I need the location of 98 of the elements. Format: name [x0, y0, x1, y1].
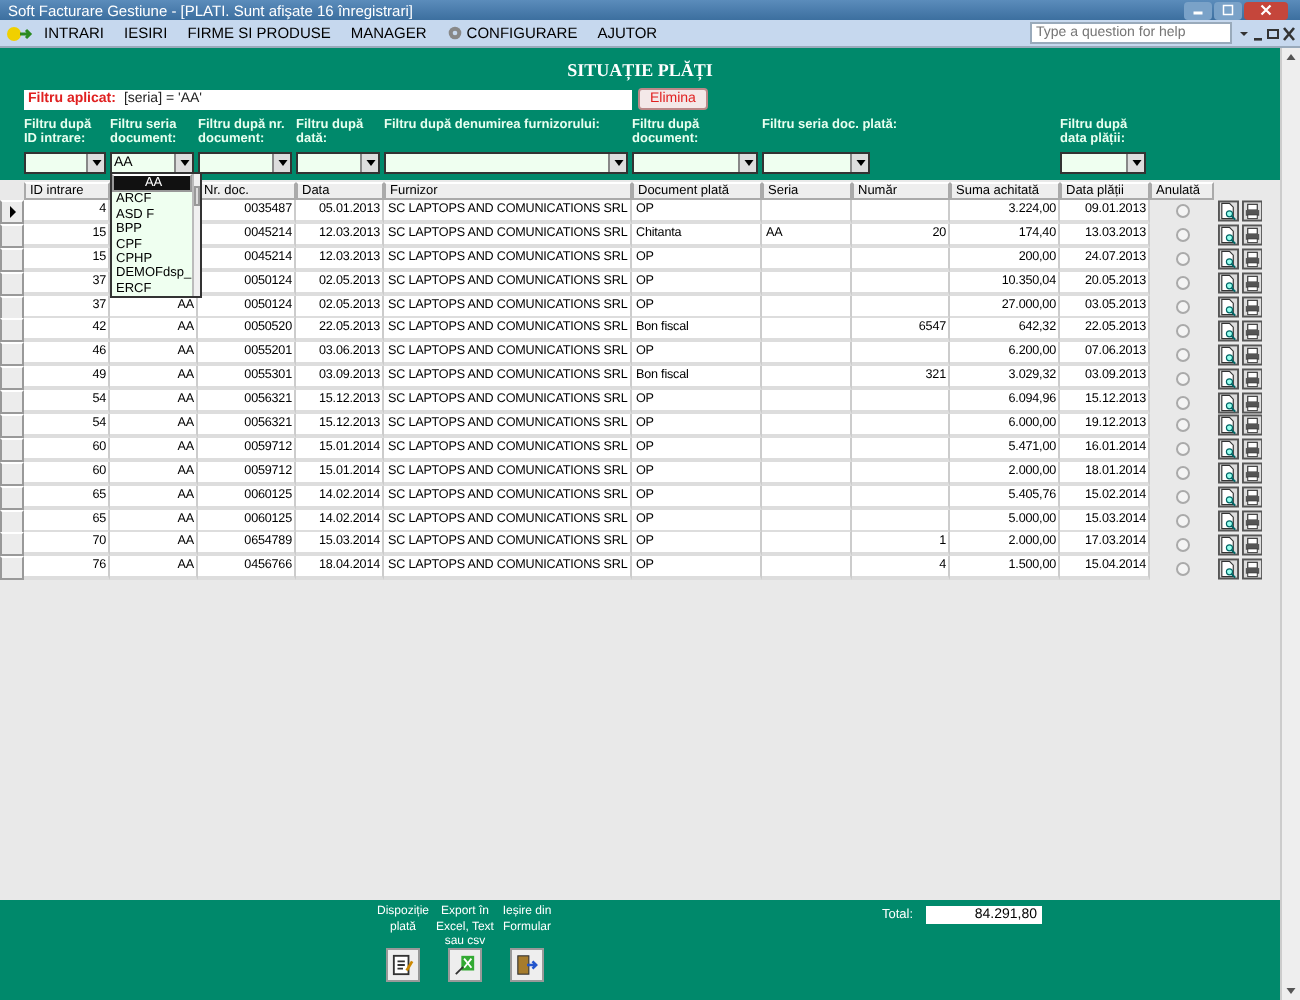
dropdown-arrow-icon	[91, 159, 101, 166]
print-icon[interactable]	[1241, 486, 1262, 509]
print-icon[interactable]	[1241, 367, 1262, 390]
print-icon[interactable]	[1241, 200, 1262, 223]
cancelled-radio[interactable]	[1175, 300, 1189, 314]
print-icon[interactable]	[1241, 296, 1262, 318]
table-cell	[762, 318, 852, 343]
preview-icon[interactable]	[1218, 296, 1239, 318]
cancelled-radio[interactable]	[1175, 537, 1189, 552]
table-cell	[852, 271, 950, 296]
export-button[interactable]	[448, 948, 482, 982]
cancelled-radio[interactable]	[1175, 418, 1189, 433]
cancelled-radio[interactable]	[1175, 490, 1189, 505]
minimize-button[interactable]	[1184, 1, 1212, 19]
table-cell	[762, 247, 852, 272]
close-button[interactable]	[1244, 1, 1288, 19]
table-cell	[852, 247, 950, 272]
cancelled-radio[interactable]	[1175, 371, 1189, 386]
table-cell	[852, 509, 950, 534]
preview-icon[interactable]	[1218, 343, 1239, 366]
cancelled-radio[interactable]	[1175, 252, 1189, 267]
print-icon[interactable]	[1241, 343, 1262, 366]
preview-icon[interactable]	[1218, 462, 1239, 485]
dropdown-arrow-icon	[179, 159, 189, 166]
filter-combo[interactable]	[198, 151, 292, 174]
table-cell	[852, 461, 950, 486]
exit-button[interactable]	[510, 948, 544, 982]
form-title: SITUAȚIE PLĂȚI	[565, 58, 715, 85]
print-icon[interactable]	[1241, 557, 1262, 580]
print-icon[interactable]	[1241, 248, 1262, 271]
filter-combo[interactable]	[296, 151, 380, 174]
cancelled-radio[interactable]	[1175, 442, 1189, 457]
vertical-scrollbar[interactable]	[1280, 48, 1300, 1000]
print-icon[interactable]	[1241, 414, 1262, 437]
filter-combo[interactable]	[1060, 151, 1146, 174]
dropdown-arrow-icon	[277, 159, 287, 166]
app-icon[interactable]	[6, 23, 34, 43]
table-cell	[762, 485, 852, 510]
close-icon	[1258, 4, 1274, 16]
filter-combo[interactable]	[632, 151, 758, 174]
table-cell	[852, 199, 950, 224]
table-cell	[852, 390, 950, 415]
cancelled-radio[interactable]	[1175, 561, 1189, 576]
table-cell	[852, 437, 950, 462]
table-cell	[852, 295, 950, 319]
print-icon[interactable]	[1241, 319, 1262, 342]
spreadsheet-icon	[454, 954, 476, 976]
table-cell	[852, 342, 950, 367]
table-cell	[762, 390, 852, 415]
current-record-icon	[9, 205, 15, 218]
print-icon[interactable]	[1241, 533, 1262, 556]
table-cell	[762, 342, 852, 367]
print-icon[interactable]	[1241, 510, 1262, 533]
table-cell	[852, 485, 950, 510]
cancelled-radio[interactable]	[1175, 204, 1189, 219]
table-cell	[762, 437, 852, 462]
cancelled-radio[interactable]	[1175, 276, 1189, 291]
preview-icon[interactable]	[1218, 248, 1239, 271]
dropdown-arrow-icon	[855, 159, 865, 166]
print-icon[interactable]	[1241, 272, 1262, 295]
table-cell	[762, 532, 852, 557]
filter-combo[interactable]	[762, 151, 870, 174]
scroll-up-icon[interactable]	[1286, 54, 1296, 60]
cancelled-radio[interactable]	[1175, 228, 1189, 243]
payment-order-button[interactable]	[386, 948, 420, 982]
print-icon[interactable]	[1241, 438, 1262, 461]
dropdown-scrollbar[interactable]	[191, 173, 200, 296]
table-cell	[762, 461, 852, 486]
scroll-down-icon[interactable]	[1286, 988, 1296, 994]
cancelled-radio[interactable]	[1175, 514, 1189, 529]
cancelled-radio[interactable]	[1175, 395, 1189, 410]
table-cell	[762, 271, 852, 296]
exit-door-icon	[516, 954, 538, 976]
table-cell	[762, 413, 852, 438]
print-icon[interactable]	[1241, 391, 1262, 414]
cancelled-radio[interactable]	[1175, 347, 1189, 362]
maximize-icon	[1220, 4, 1236, 16]
cancelled-radio[interactable]	[1175, 323, 1189, 338]
table-cell	[762, 509, 852, 534]
filter-combo[interactable]	[24, 151, 106, 174]
cancelled-radio[interactable]	[1175, 466, 1189, 481]
dropdown-arrow-icon	[743, 159, 753, 166]
table-cell	[852, 413, 950, 438]
table-cell	[762, 556, 852, 581]
table-cell	[762, 199, 852, 224]
row-selector[interactable]	[0, 199, 24, 224]
print-icon[interactable]	[1241, 224, 1262, 247]
preview-icon[interactable]	[1218, 200, 1239, 223]
maximize-button[interactable]	[1214, 1, 1242, 19]
dropdown-arrow-icon	[1131, 159, 1141, 166]
filter-combo[interactable]	[384, 151, 628, 174]
print-icon[interactable]	[1241, 462, 1262, 485]
window-controls-icon[interactable]	[1236, 25, 1296, 41]
document-icon	[392, 954, 414, 976]
dropdown-arrow-icon	[613, 159, 623, 166]
table-cell	[762, 366, 852, 391]
dropdown-arrow-icon	[365, 159, 375, 166]
table-cell	[762, 295, 852, 319]
